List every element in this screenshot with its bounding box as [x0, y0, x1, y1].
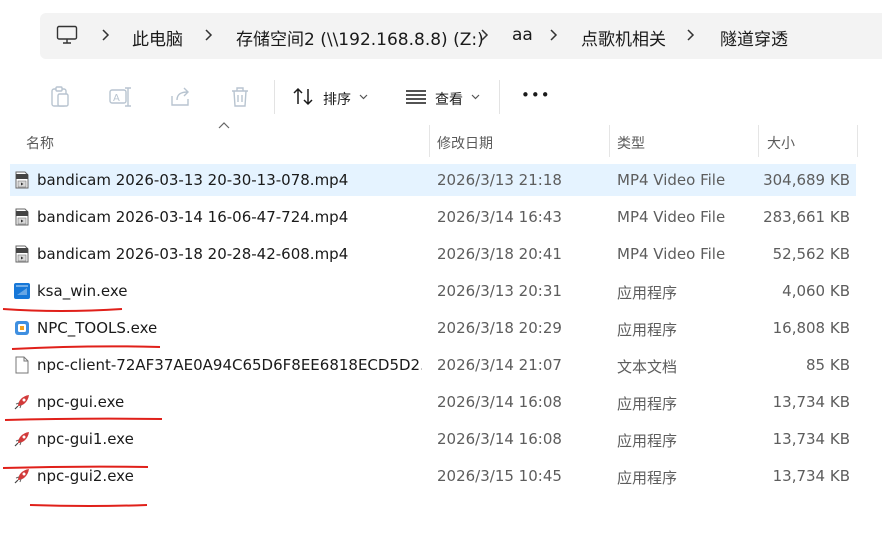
command-toolbar: A 排序 查看 ••• [0, 70, 882, 124]
chevron-right-icon[interactable] [479, 27, 491, 43]
video-file-icon [15, 245, 29, 263]
file-name: NPC_TOOLS.exe [37, 319, 158, 337]
file-size: 13,734 KB [772, 467, 850, 485]
file-date: 2026/3/14 21:07 [437, 356, 562, 374]
chevron-right-icon[interactable] [548, 27, 560, 43]
breadcrumb-this-pc[interactable]: 此电脑 [132, 25, 183, 50]
file-row[interactable]: npc-gui.exe 2026/3/14 16:08 应用程序 13,734 … [10, 386, 856, 418]
sort-ascending-icon [218, 122, 230, 129]
view-icon[interactable] [403, 84, 429, 110]
file-row[interactable]: bandicam 2026-03-14 16-06-47-724.mp4 202… [10, 201, 856, 233]
file-name: npc-gui2.exe [37, 467, 134, 485]
npc-tools-app-icon [15, 321, 29, 335]
file-name: ksa_win.exe [37, 282, 128, 300]
ksa-app-icon [14, 283, 30, 299]
rocket-app-icon [14, 432, 29, 447]
file-name: bandicam 2026-03-18 20-28-42-608.mp4 [37, 245, 349, 263]
svg-text:A: A [113, 93, 120, 104]
file-name: npc-gui1.exe [37, 430, 134, 448]
file-size: 52,562 KB [772, 245, 850, 263]
file-row[interactable]: npc-gui2.exe 2026/3/15 10:45 应用程序 13,734… [10, 460, 856, 492]
file-type: 文本文档 [617, 358, 678, 376]
view-button[interactable]: 查看 [435, 89, 463, 109]
rocket-app-icon [14, 395, 29, 410]
file-type: MP4 Video File [617, 208, 726, 226]
sort-button[interactable]: 排序 [323, 89, 351, 109]
chevron-right-icon[interactable] [685, 27, 697, 43]
column-divider[interactable] [857, 125, 858, 157]
file-date: 2026/3/14 16:08 [437, 430, 562, 448]
column-date[interactable]: 修改日期 [437, 133, 493, 153]
file-type: 应用程序 [617, 469, 678, 487]
file-type: 应用程序 [617, 432, 678, 450]
toolbar-divider [274, 80, 275, 114]
file-row[interactable]: NPC_TOOLS.exe 2026/3/18 20:29 应用程序 16,80… [10, 312, 856, 344]
file-row[interactable]: ksa_win.exe 2026/3/13 20:31 应用程序 4,060 K… [10, 275, 856, 307]
chevron-right-icon[interactable] [203, 27, 215, 43]
file-name: bandicam 2026-03-13 20-30-13-078.mp4 [37, 171, 349, 189]
file-name: npc-client-72AF37AE0A94C65D6F8EE6818ECD5… [37, 356, 422, 374]
file-row[interactable]: npc-gui1.exe 2026/3/14 16:08 应用程序 13,734… [10, 423, 856, 455]
file-date: 2026/3/18 20:41 [437, 245, 562, 263]
file-type: 应用程序 [617, 321, 678, 339]
breadcrumb-tunnel[interactable]: 隧道穿透 [720, 25, 788, 50]
breadcrumb-aa[interactable]: aa [512, 25, 533, 45]
file-row[interactable]: npc-client-72AF37AE0A94C65D6F8EE6818ECD5… [10, 349, 856, 381]
file-type: MP4 Video File [617, 171, 726, 189]
file-date: 2026/3/14 16:43 [437, 208, 562, 226]
file-date: 2026/3/13 21:18 [437, 171, 562, 189]
video-file-icon [15, 208, 29, 226]
breadcrumb-network-drive[interactable]: 存储空间2 (\\192.168.8.8) (Z:) [236, 25, 484, 50]
more-options-button[interactable]: ••• [521, 86, 551, 104]
share-icon[interactable] [168, 84, 194, 110]
breadcrumb-karaoke[interactable]: 点歌机相关 [581, 25, 666, 50]
file-name: bandicam 2026-03-14 16-06-47-724.mp4 [37, 208, 349, 226]
file-name: npc-gui.exe [37, 393, 125, 411]
address-bar[interactable]: 此电脑 存储空间2 (\\192.168.8.8) (Z:) aa 点歌机相关 … [40, 13, 882, 59]
annotation-underline [4, 417, 163, 421]
column-divider[interactable] [609, 125, 610, 157]
file-size: 16,808 KB [772, 319, 850, 337]
file-date: 2026/3/18 20:29 [437, 319, 562, 337]
file-date: 2026/3/15 10:45 [437, 467, 562, 485]
this-pc-icon[interactable] [56, 25, 78, 45]
column-size[interactable]: 大小 [767, 133, 795, 153]
file-row[interactable]: bandicam 2026-03-13 20-30-13-078.mp4 202… [10, 164, 856, 196]
delete-icon[interactable] [227, 84, 253, 110]
file-type: 应用程序 [617, 395, 678, 413]
rocket-app-icon [14, 469, 29, 484]
chevron-right-icon[interactable] [100, 27, 112, 43]
file-row[interactable]: bandicam 2026-03-18 20-28-42-608.mp4 202… [10, 238, 856, 270]
annotation-underline [29, 504, 148, 507]
column-type[interactable]: 类型 [617, 133, 645, 153]
file-size: 4,060 KB [782, 282, 850, 300]
column-divider[interactable] [758, 125, 759, 157]
file-size: 304,689 KB [763, 171, 850, 189]
file-date: 2026/3/13 20:31 [437, 282, 562, 300]
file-type: 应用程序 [617, 284, 678, 302]
video-file-icon [15, 171, 29, 189]
sort-icon[interactable] [291, 84, 317, 110]
annotation-underline [2, 308, 123, 312]
file-size: 13,734 KB [772, 430, 850, 448]
column-name[interactable]: 名称 [26, 133, 54, 153]
file-date: 2026/3/14 16:08 [437, 393, 562, 411]
column-header: 名称 修改日期 类型 大小 [10, 122, 882, 157]
file-size: 13,734 KB [772, 393, 850, 411]
column-divider[interactable] [429, 125, 430, 157]
toolbar-divider [499, 80, 500, 114]
rename-icon[interactable]: A [107, 84, 133, 110]
file-size: 85 KB [806, 356, 850, 374]
chevron-down-icon[interactable] [359, 92, 368, 101]
paste-icon[interactable] [47, 84, 73, 110]
chevron-down-icon[interactable] [471, 92, 480, 101]
text-file-icon [15, 356, 29, 374]
file-type: MP4 Video File [617, 245, 726, 263]
file-size: 283,661 KB [763, 208, 850, 226]
